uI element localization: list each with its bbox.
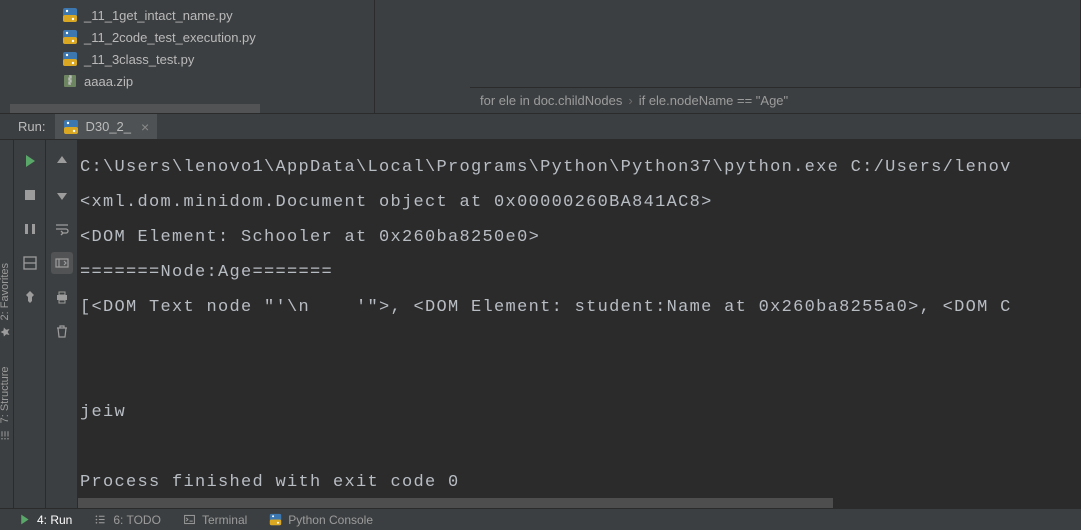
console-line: <xml.dom.minidom.Document object at 0x00…: [80, 185, 1079, 220]
layout-button[interactable]: [19, 252, 41, 274]
python-icon: [62, 7, 78, 23]
clear-button[interactable]: [51, 320, 73, 342]
python-icon: [62, 51, 78, 67]
tool-python-console[interactable]: Python Console: [269, 513, 373, 527]
console-line: =======Node:Age=======: [80, 255, 1079, 290]
tree-item-label: _11_2code_test_execution.py: [84, 30, 256, 45]
favorites-tool[interactable]: 2: Favorites: [0, 263, 11, 338]
tool-run[interactable]: 4: Run: [18, 513, 72, 527]
archive-icon: [62, 73, 78, 89]
soft-wrap-button[interactable]: [51, 218, 73, 240]
run-tab[interactable]: D30_2_ ×: [55, 114, 157, 139]
console-action-column: [46, 140, 78, 508]
python-icon: [62, 29, 78, 45]
down-button[interactable]: [51, 184, 73, 206]
console-line: [<DOM Text node "'\n '">, <DOM Element: …: [80, 290, 1079, 325]
chevron-right-icon: ›: [628, 93, 632, 108]
console-line: [80, 325, 1079, 360]
tree-item[interactable]: _11_3class_test.py: [0, 48, 374, 70]
up-button[interactable]: [51, 150, 73, 172]
tree-item-label: aaaa.zip: [84, 74, 133, 89]
pause-button[interactable]: [19, 218, 41, 240]
tree-item[interactable]: _11_2code_test_execution.py: [0, 26, 374, 48]
breadcrumb-item[interactable]: if ele.nodeName == "Age": [639, 93, 788, 108]
tree-item[interactable]: aaaa.zip: [0, 70, 374, 92]
tool-terminal[interactable]: Terminal: [183, 513, 247, 527]
left-toolbar-stripe[interactable]: 7: Structure 2: Favorites: [0, 140, 14, 508]
structure-tool[interactable]: 7: Structure: [0, 366, 11, 441]
close-icon[interactable]: ×: [141, 119, 149, 135]
console-line: [80, 360, 1079, 395]
console-line: <DOM Element: Schooler at 0x260ba8250e0>: [80, 220, 1079, 255]
tool-todo[interactable]: 6: TODO: [94, 513, 161, 527]
tree-item[interactable]: _11_1get_intact_name.py: [0, 4, 374, 26]
run-tool-header: Run: D30_2_ ×: [0, 113, 1081, 140]
breadcrumb-item[interactable]: for ele in doc.childNodes: [480, 93, 622, 108]
tree-item-label: _11_3class_test.py: [84, 52, 194, 67]
python-icon: [63, 119, 79, 135]
console-output[interactable]: C:\Users\lenovo1\AppData\Local\Programs\…: [78, 140, 1081, 508]
console-line: jeiw: [80, 395, 1079, 430]
run-label: Run:: [0, 119, 55, 134]
run-action-column: [14, 140, 46, 508]
console-line: [80, 430, 1079, 465]
stop-button[interactable]: [19, 184, 41, 206]
project-tree[interactable]: _11_1get_intact_name.py _11_2code_test_ex…: [0, 0, 375, 113]
scroll-to-end-button[interactable]: [51, 252, 73, 274]
tree-item-label: _11_1get_intact_name.py: [84, 8, 233, 23]
bottom-toolbar: 4: Run 6: TODO Terminal Python Console: [0, 508, 1081, 530]
run-tab-label: D30_2_: [85, 119, 131, 134]
console-line: Process finished with exit code 0: [80, 465, 1079, 500]
console-line: C:\Users\lenovo1\AppData\Local\Programs\…: [80, 150, 1079, 185]
console-scrollbar[interactable]: [78, 498, 833, 508]
pin-button[interactable]: [19, 286, 41, 308]
breadcrumb[interactable]: for ele in doc.childNodes › if ele.nodeN…: [470, 87, 1081, 113]
tree-scrollbar[interactable]: [10, 104, 260, 113]
print-button[interactable]: [51, 286, 73, 308]
rerun-button[interactable]: [19, 150, 41, 172]
